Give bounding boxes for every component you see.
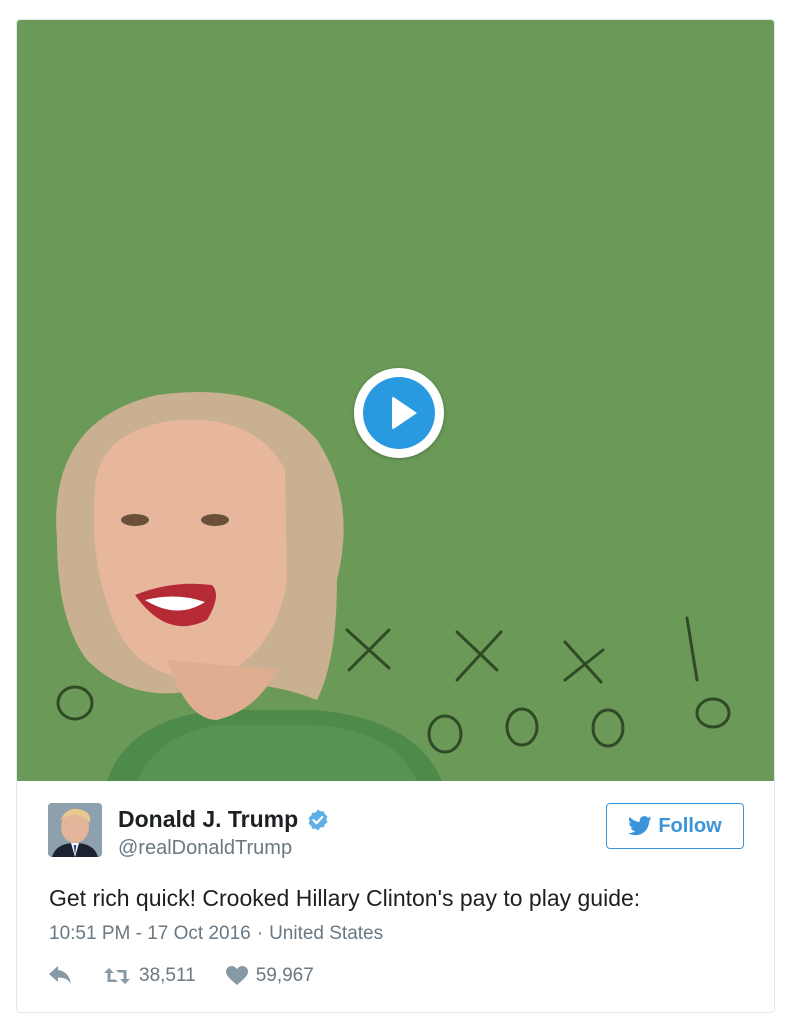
retweet-count: 38,511 [139, 965, 196, 986]
meta-separator: · [256, 923, 264, 944]
tweet-actions: 38,511 59,967 [49, 965, 314, 987]
play-button[interactable] [354, 368, 444, 458]
like-count: 59,967 [255, 965, 314, 986]
retweet-button[interactable]: 38,511 [103, 965, 196, 987]
retweet-icon [104, 968, 130, 984]
twitter-bird-icon [628, 816, 652, 836]
follow-label: Follow [658, 814, 722, 837]
tweet-text: Get rich quick! Crooked Hillary Clinton'… [49, 885, 641, 911]
author-handle[interactable]: @realDonaldTrump [118, 837, 292, 860]
follow-button[interactable]: Follow [606, 803, 744, 849]
heart-icon [225, 966, 248, 985]
reply-icon [49, 966, 71, 984]
reply-button[interactable] [49, 966, 73, 986]
author-name-row: Donald J. Trump [118, 806, 330, 833]
tweet-video[interactable] [17, 20, 774, 781]
tweet-card: Donald J. Trump @realDonaldTrump Follow … [16, 19, 775, 1013]
tweet-meta: 10:51 PM - 17 Oct 2016 · United States [49, 923, 383, 945]
like-button[interactable]: 59,967 [225, 965, 314, 987]
play-icon [363, 377, 435, 449]
avatar[interactable] [48, 803, 102, 857]
tweet-timestamp[interactable]: 10:51 PM - 17 Oct 2016 [49, 923, 251, 944]
tweet-location[interactable]: United States [269, 923, 383, 944]
profile-photo [48, 803, 102, 857]
verified-badge-icon [308, 809, 328, 830]
author-name[interactable]: Donald J. Trump [118, 806, 298, 833]
